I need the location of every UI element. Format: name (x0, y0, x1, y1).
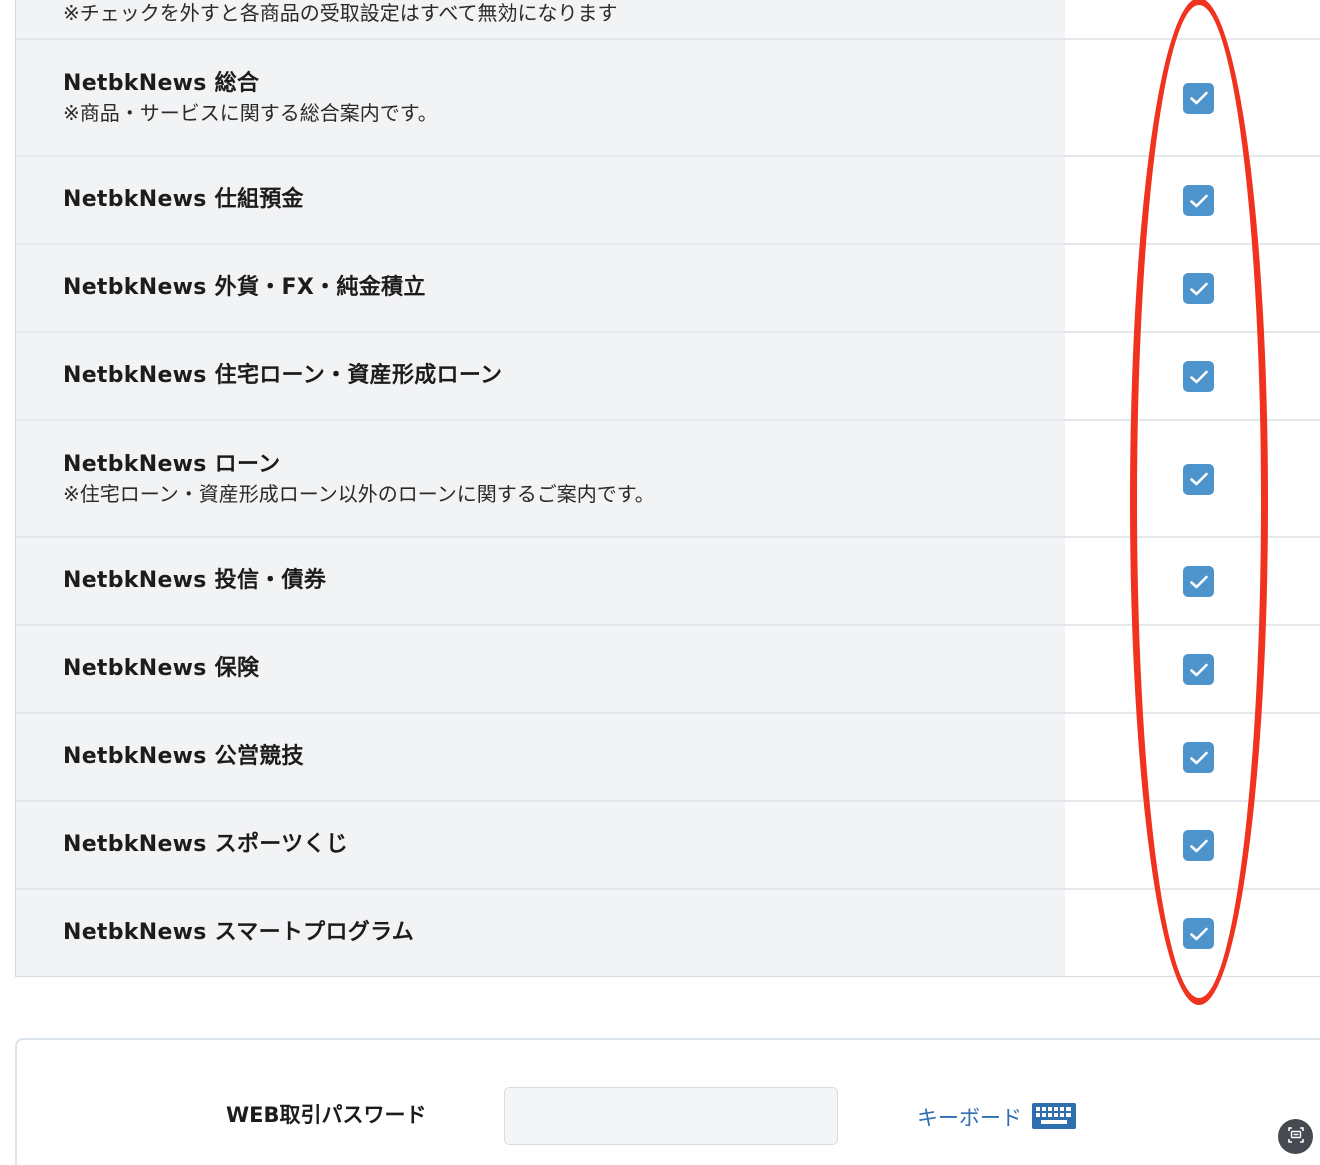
newsletter-title: NetbkNews 公営競技 (63, 744, 304, 769)
newsletter-rows: NetbkNews 総合 ※商品・サービスに関する総合案内です。 NetbkNews… (16, 38, 1320, 976)
newsletter-label-cell: NetbkNews スポーツくじ (16, 802, 1065, 888)
newsletter-checkbox[interactable] (1183, 566, 1214, 597)
newsletter-label-cell: NetbkNews 外貨・FX・純金積立 (16, 245, 1065, 331)
checkmark-icon (1189, 194, 1208, 207)
newsletter-title: NetbkNews 投信・債券 (63, 568, 327, 593)
newsletter-row: NetbkNews 投信・債券 (16, 536, 1320, 624)
newsletter-check-cell (1065, 245, 1320, 331)
floating-action-button[interactable] (1278, 1119, 1313, 1154)
checkmark-icon (1189, 370, 1208, 383)
newsletter-checkbox[interactable] (1183, 830, 1214, 861)
newsletter-check-cell (1065, 890, 1320, 976)
notice-cell: ※チェックを外すと各商品の受取設定はすべて無効になります (16, 0, 1065, 38)
newsletter-label-cell: NetbkNews 住宅ローン・資産形成ローン (16, 333, 1065, 419)
newsletter-check-cell (1065, 421, 1320, 536)
newsletter-checkbox[interactable] (1183, 742, 1214, 773)
newsletter-row: NetbkNews 公営競技 (16, 712, 1320, 800)
checkmark-icon (1189, 575, 1208, 588)
newsletter-checkbox[interactable] (1183, 463, 1214, 495)
notice-text: ※チェックを外すと各商品の受取設定はすべて無効になります (63, 1, 618, 25)
newsletter-row: NetbkNews スマートプログラム (16, 888, 1320, 976)
notice-row: ※チェックを外すと各商品の受取設定はすべて無効になります (16, 0, 1320, 38)
newsletter-label-cell: NetbkNews 公営競技 (16, 714, 1065, 800)
newsletter-checkbox[interactable] (1183, 185, 1214, 216)
software-keyboard-link[interactable]: キーボード (917, 1102, 1077, 1134)
newsletter-title: NetbkNews 保険 (63, 656, 260, 681)
newsletter-row: NetbkNews 総合 ※商品・サービスに関する総合案内です。 (16, 38, 1320, 155)
newsletter-row: NetbkNews スポーツくじ (16, 800, 1320, 888)
checkmark-icon (1189, 472, 1208, 486)
newsletter-title: NetbkNews スマートプログラム (63, 920, 415, 945)
newsletter-row: NetbkNews 住宅ローン・資産形成ローン (16, 331, 1320, 419)
newsletter-label-cell: NetbkNews 投信・債券 (16, 538, 1065, 624)
newsletter-checkbox[interactable] (1183, 361, 1214, 392)
checkmark-icon (1189, 282, 1208, 295)
newsletter-check-cell (1065, 714, 1320, 800)
newsletter-check-cell (1065, 626, 1320, 712)
newsletter-row: NetbkNews 仕組預金 (16, 155, 1320, 243)
checkmark-icon (1189, 927, 1208, 940)
newsletter-checkbox[interactable] (1183, 654, 1214, 685)
newsletter-title: NetbkNews スポーツくじ (63, 832, 348, 857)
newsletter-note: ※住宅ローン・資産形成ローン以外のローンに関するご案内です。 (63, 481, 655, 506)
newsletter-row: NetbkNews 外貨・FX・純金積立 (16, 243, 1320, 331)
newsletter-title: NetbkNews 仕組預金 (63, 187, 304, 212)
keyboard-icon (1031, 1102, 1077, 1134)
newsletter-note: ※商品・サービスに関する総合案内です。 (63, 100, 438, 125)
newsletter-check-cell (1065, 157, 1320, 243)
newsletter-label-cell: NetbkNews 保険 (16, 626, 1065, 712)
notice-empty-cell (1065, 0, 1320, 38)
keyboard-link-label: キーボード (917, 1106, 1022, 1130)
checkmark-icon (1189, 91, 1208, 105)
chat-icon (1286, 1125, 1306, 1149)
newsletter-label-cell: NetbkNews ローン ※住宅ローン・資産形成ローン以外のローンに関するご案内… (16, 421, 1065, 536)
newsletter-row: NetbkNews ローン ※住宅ローン・資産形成ローン以外のローンに関するご案内… (16, 419, 1320, 536)
newsletter-table: ※チェックを外すと各商品の受取設定はすべて無効になります NetbkNews 総… (15, 0, 1320, 977)
checkmark-icon (1189, 839, 1208, 852)
newsletter-label-cell: NetbkNews 総合 ※商品・サービスに関する総合案内です。 (16, 40, 1065, 155)
password-label: WEB取引パスワード (226, 1103, 427, 1127)
newsletter-checkbox[interactable] (1183, 918, 1214, 949)
newsletter-label-cell: NetbkNews 仕組預金 (16, 157, 1065, 243)
newsletter-title: NetbkNews 外貨・FX・純金積立 (63, 275, 426, 300)
newsletter-title: NetbkNews 住宅ローン・資産形成ローン (63, 363, 503, 388)
newsletter-checkbox[interactable] (1183, 82, 1214, 114)
newsletter-check-cell (1065, 538, 1320, 624)
checkmark-icon (1189, 663, 1208, 676)
newsletter-check-cell (1065, 40, 1320, 155)
newsletter-check-cell (1065, 802, 1320, 888)
newsletter-title: NetbkNews ローン (63, 451, 281, 477)
newsletter-check-cell (1065, 333, 1320, 419)
newsletter-title: NetbkNews 総合 (63, 70, 260, 96)
newsletter-checkbox[interactable] (1183, 273, 1214, 304)
page: ※チェックを外すと各商品の受取設定はすべて無効になります NetbkNews 総… (0, 0, 1320, 1165)
password-input[interactable] (504, 1087, 838, 1145)
newsletter-row: NetbkNews 保険 (16, 624, 1320, 712)
checkmark-icon (1189, 751, 1208, 764)
newsletter-label-cell: NetbkNews スマートプログラム (16, 890, 1065, 976)
